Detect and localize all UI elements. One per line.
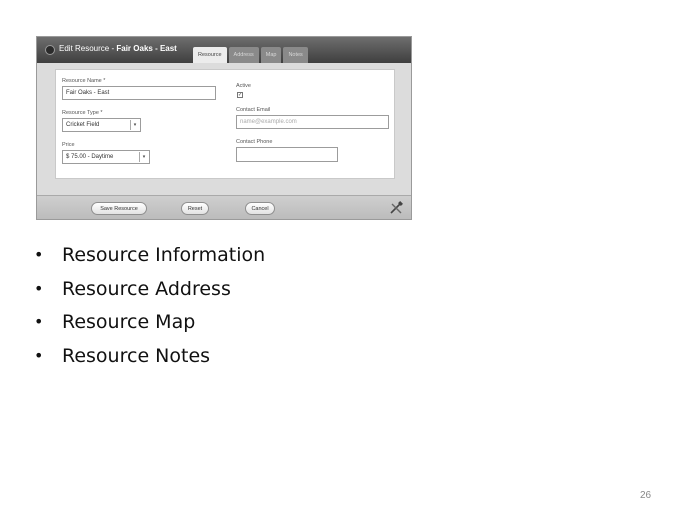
price-value: $ 75.00 - Daytime — [66, 154, 114, 160]
feature-list: • Resource Information • Resource Address … — [34, 242, 265, 376]
list-item-text: Resource Notes — [62, 344, 211, 367]
tab-map[interactable]: Map — [260, 47, 282, 63]
resource-type-select[interactable]: Cricket Field ▾ — [62, 118, 141, 132]
save-resource-button[interactable]: Save Resource — [91, 202, 147, 215]
contact-phone-label: Contact Phone — [236, 139, 273, 145]
price-label: Price — [62, 142, 75, 148]
chevron-down-icon: ▾ — [130, 120, 139, 130]
active-label: Active — [236, 83, 251, 89]
bullet-icon: • — [34, 312, 44, 331]
resource-type-label: Resource Type * — [62, 110, 103, 116]
tab-resource[interactable]: Resource — [193, 47, 227, 63]
price-select[interactable]: $ 75.00 - Daytime ▾ — [62, 150, 150, 164]
chevron-down-icon: ▾ — [139, 152, 148, 162]
dialog-footer: Save Resource Reset Cancel — [37, 195, 411, 219]
dialog-titlebar: Edit Resource - Fair Oaks - East Resourc… — [37, 37, 411, 63]
app-icon — [45, 45, 55, 55]
resource-type-value: Cricket Field — [66, 122, 100, 128]
bullet-icon: • — [34, 345, 44, 365]
tab-notes[interactable]: Notes — [283, 47, 308, 63]
cancel-button[interactable]: Cancel — [245, 202, 275, 215]
list-item: • Resource Notes — [34, 343, 265, 377]
page-number: 26 — [640, 490, 652, 501]
contact-phone-input[interactable] — [236, 147, 338, 162]
resource-form-panel: Resource Name * Fair Oaks - East Resourc… — [55, 69, 395, 179]
dialog-tabs: Resource Address Map Notes — [193, 47, 308, 63]
reset-button[interactable]: Reset — [181, 202, 209, 215]
bullet-icon: • — [34, 245, 44, 264]
dialog-title-name: Fair Oaks - East — [116, 44, 177, 53]
list-item-text: Resource Address — [62, 277, 231, 300]
resource-name-label: Resource Name * — [62, 78, 106, 84]
tools-icon[interactable] — [389, 201, 403, 215]
tab-address[interactable]: Address — [228, 47, 259, 63]
list-item-text: Resource Map — [62, 311, 196, 333]
list-item-text: Resource Information — [62, 244, 266, 266]
bullet-icon: • — [34, 278, 44, 298]
dialog-title: Edit Resource - Fair Oaks - East — [59, 44, 177, 53]
list-item: • Resource Map — [34, 309, 265, 343]
resource-name-input[interactable]: Fair Oaks - East — [62, 86, 216, 100]
list-item: • Resource Address — [34, 276, 265, 310]
contact-email-input[interactable]: name@example.com — [236, 115, 389, 129]
list-item: • Resource Information — [34, 242, 265, 276]
edit-resource-dialog: Edit Resource - Fair Oaks - East Resourc… — [36, 36, 412, 220]
active-checkbox[interactable]: ✓ — [237, 92, 243, 98]
contact-email-label: Contact Email — [236, 107, 271, 113]
dialog-title-prefix: Edit Resource - — [59, 44, 115, 53]
